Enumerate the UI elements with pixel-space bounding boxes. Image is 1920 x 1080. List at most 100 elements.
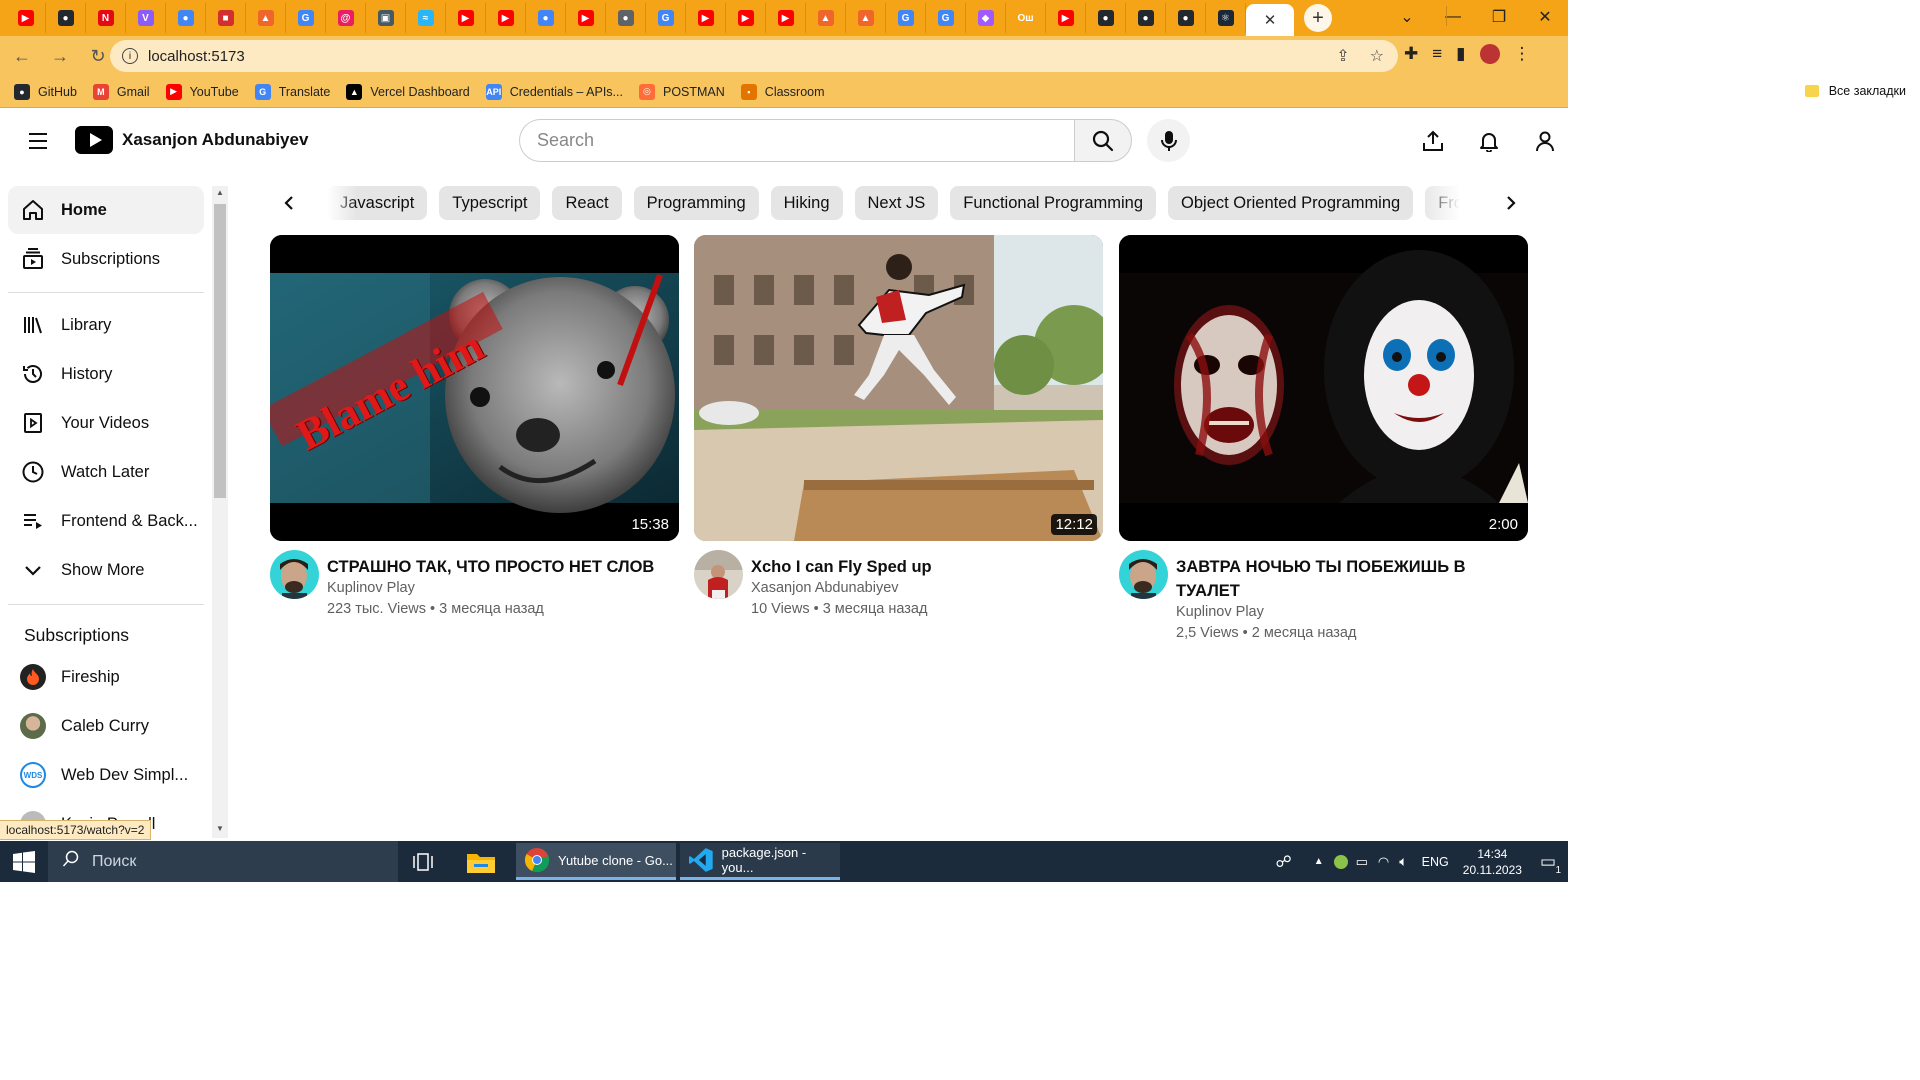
extensions-icon[interactable]: ✚ xyxy=(1404,44,1418,64)
site-info-icon[interactable]: i xyxy=(122,48,138,64)
browser-tab[interactable]: N xyxy=(86,3,126,33)
bookmark-item[interactable]: M Gmail xyxy=(92,83,150,100)
people-icon[interactable]: ☍ xyxy=(1276,852,1292,872)
wifi-icon[interactable]: ◠ xyxy=(1378,854,1389,870)
browser-tab[interactable]: ▣ xyxy=(366,3,406,33)
browser-tab[interactable]: ▶ xyxy=(686,3,726,33)
bookmark-item[interactable]: API Credentials – APIs... xyxy=(485,83,623,100)
video-channel[interactable]: Kuplinov Play xyxy=(327,580,415,596)
video-title[interactable]: СТРАШНО ТАК, ЧТО ПРОСТО НЕТ СЛОВ xyxy=(327,555,672,579)
browser-tab[interactable]: ▶ xyxy=(446,3,486,33)
browser-tab[interactable]: G xyxy=(286,3,326,33)
back-button[interactable]: ← xyxy=(6,40,38,72)
subscription-web-dev-simplified[interactable]: WDS Web Dev Simpl... xyxy=(8,751,204,799)
all-bookmarks-button[interactable]: Все закладки xyxy=(1804,84,1906,98)
browser-tab[interactable]: ▶ xyxy=(766,3,806,33)
browser-tab[interactable]: G xyxy=(886,3,926,33)
browser-tab[interactable]: ▶ xyxy=(6,3,46,33)
youtube-logo-icon[interactable] xyxy=(75,126,113,154)
side-panel-icon[interactable]: ▮ xyxy=(1456,44,1465,64)
taskbar-search[interactable]: Поиск xyxy=(48,841,398,882)
browser-tab[interactable]: ● xyxy=(606,3,646,33)
browser-tab[interactable]: ▶ xyxy=(566,3,606,33)
browser-tab[interactable]: Ош xyxy=(1006,3,1046,33)
close-tab-icon[interactable]: ✕ xyxy=(1264,11,1277,29)
sidebar-item-library[interactable]: Library xyxy=(8,301,204,349)
category-chip[interactable]: Typescript xyxy=(439,186,541,220)
video-card[interactable]: Blame him 15:38 СТРАШНО ТАК, ЧТО ПРОСТО … xyxy=(270,235,679,650)
category-chip[interactable]: Object Oriented Programming xyxy=(1168,186,1414,220)
bookmark-item[interactable]: ▲ Vercel Dashboard xyxy=(346,83,470,100)
media-control-icon[interactable]: ≡ xyxy=(1432,44,1442,64)
browser-tab[interactable]: V xyxy=(126,3,166,33)
bookmark-star-icon[interactable]: ☆ xyxy=(1370,46,1384,66)
browser-tab[interactable]: ⚛ xyxy=(1206,3,1246,33)
notifications-button[interactable] xyxy=(1474,126,1504,156)
address-bar[interactable]: i localhost:5173 ⇪ ☆ xyxy=(110,40,1398,72)
browser-tab[interactable]: ● xyxy=(1166,3,1206,33)
browser-tab[interactable]: G xyxy=(926,3,966,33)
bookmark-item[interactable]: G Translate xyxy=(254,83,330,100)
browser-tab[interactable]: ● xyxy=(526,3,566,33)
category-chip[interactable]: React xyxy=(552,186,622,220)
video-title[interactable]: Xcho I can Fly Sped up xyxy=(751,555,1096,579)
scroll-down-arrow[interactable]: ▼ xyxy=(212,824,228,838)
browser-tab[interactable]: ● xyxy=(1126,3,1166,33)
taskbar-app-vscode[interactable]: package.json - you... xyxy=(680,843,840,880)
sidebar-item-history[interactable]: History xyxy=(8,350,204,398)
category-chip[interactable]: Functional Programming xyxy=(950,186,1157,220)
notification-center-button[interactable]: ▭ 1 xyxy=(1540,852,1561,876)
clock[interactable]: 14:34 20.11.2023 xyxy=(1463,846,1522,878)
browser-tab[interactable]: ◆ xyxy=(966,3,1006,33)
video-card[interactable]: 12:12 Xcho I can Fly Sped up Xasanjon Ab… xyxy=(694,235,1103,650)
browser-tab[interactable]: ▲ xyxy=(846,3,886,33)
share-icon[interactable]: ⇪ xyxy=(1336,46,1349,66)
browser-tab-active[interactable]: ✕ xyxy=(1246,4,1294,36)
bookmark-item[interactable]: ▪ Classroom xyxy=(740,83,825,100)
profile-avatar[interactable] xyxy=(1479,44,1500,64)
minimize-button[interactable]: — xyxy=(1430,8,1476,26)
show-hidden-icons-button[interactable]: ▲ xyxy=(1314,856,1324,867)
video-thumbnail[interactable]: Blame him 15:38 xyxy=(270,235,679,541)
brand-name[interactable]: Xasanjon Abdunabiyev xyxy=(122,130,308,150)
chips-scroll-right[interactable] xyxy=(1495,187,1527,219)
scrollbar-thumb[interactable] xyxy=(214,204,226,498)
channel-avatar[interactable] xyxy=(694,550,743,599)
browser-tab[interactable]: ● xyxy=(1086,3,1126,33)
channel-avatar[interactable] xyxy=(1119,550,1168,599)
browser-tab[interactable]: ● xyxy=(46,3,86,33)
browser-tab[interactable]: ▲ xyxy=(246,3,286,33)
language-indicator[interactable]: ENG xyxy=(1422,855,1449,869)
video-thumbnail[interactable]: 12:12 xyxy=(694,235,1103,541)
forward-button[interactable]: → xyxy=(44,40,76,72)
close-window-button[interactable]: ✕ xyxy=(1522,7,1568,27)
new-tab-button[interactable]: + xyxy=(1304,4,1332,32)
url-text[interactable]: localhost:5173 xyxy=(148,48,245,65)
browser-tab[interactable]: ▶ xyxy=(486,3,526,33)
taskbar-app-chrome[interactable]: Yutube clone - Go... xyxy=(516,843,676,880)
scroll-up-arrow[interactable]: ▲ xyxy=(212,188,228,202)
tab-search-icon[interactable]: ⌄ xyxy=(1384,7,1430,27)
video-thumbnail[interactable]: 2:00 xyxy=(1119,235,1528,541)
sidebar-item-playlist[interactable]: Frontend & Back... xyxy=(8,497,204,545)
restore-button[interactable]: ❐ xyxy=(1476,7,1522,27)
file-explorer-button[interactable] xyxy=(466,841,496,882)
sidebar-item-home[interactable]: Home xyxy=(8,186,204,234)
video-channel[interactable]: Xasanjon Abdunabiyev xyxy=(751,580,899,596)
sidebar-item-watch-later[interactable]: Watch Later xyxy=(8,448,204,496)
volume-icon[interactable]: 🔈︎ xyxy=(1399,853,1407,870)
chrome-menu-icon[interactable]: ⋮ xyxy=(1514,44,1531,64)
category-chip[interactable]: Next JS xyxy=(854,186,939,220)
browser-tab[interactable]: ● xyxy=(166,3,206,33)
browser-tab[interactable]: ■ xyxy=(206,3,246,33)
browser-tab[interactable]: ▲ xyxy=(806,3,846,33)
chips-scroll-left[interactable] xyxy=(273,187,305,219)
subscription-fireship[interactable]: Fireship xyxy=(8,653,204,701)
category-chip[interactable]: Programming xyxy=(633,186,759,220)
bookmark-item[interactable]: ● GitHub xyxy=(14,83,77,100)
subscription-caleb-curry[interactable]: Caleb Curry xyxy=(8,702,204,750)
bookmark-item[interactable]: ▶ YouTube xyxy=(165,83,239,100)
browser-tab[interactable]: ≈ xyxy=(406,3,446,33)
search-button[interactable] xyxy=(1074,119,1132,162)
bookmark-item[interactable]: ◎ POSTMAN xyxy=(638,83,725,100)
